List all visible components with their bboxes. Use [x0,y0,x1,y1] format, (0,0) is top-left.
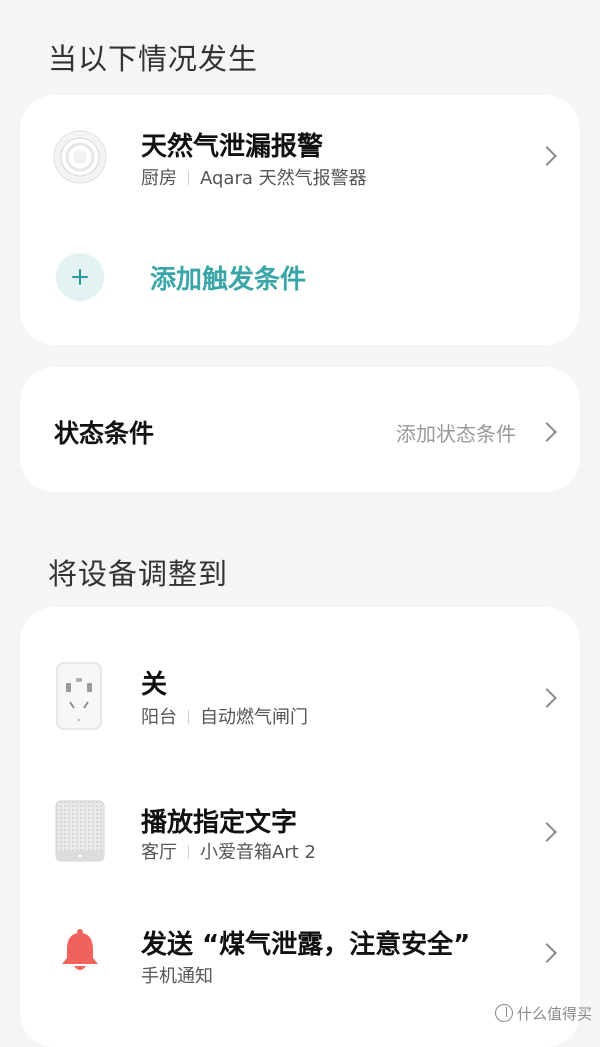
trigger-subtitle: 厨房 Aqara 天然气报警器 [141,164,367,190]
action-title: 发送 “煤气泄露，注意安全” [141,930,471,960]
trigger-row[interactable]: 天然气泄漏报警 厨房 Aqara 天然气报警器 [20,123,580,219]
trigger-section-title: 当以下情况发生 [48,42,259,76]
watermark: 什么值得买 [494,1003,592,1024]
separator [188,171,189,185]
chevron-right-icon [537,422,557,442]
trigger-room: 厨房 [141,168,177,189]
action-device: 自动燃气闸门 [200,707,308,728]
status-condition-label: 状态条件 [54,419,155,448]
add-trigger-label: 添加触发条件 [150,265,307,295]
trigger-device: Aqara 天然气报警器 [200,168,367,189]
chevron-right-icon [537,822,557,842]
action-room: 客厅 [141,842,177,863]
action-device: 小爱音箱Art 2 [200,842,316,863]
action-section-title: 将设备调整到 [48,557,229,591]
action-title: 播放指定文字 [141,808,298,838]
trigger-card: 天然气泄漏报警 厨房 Aqara 天然气报警器 添加触发条件 [20,95,580,345]
action-card: 关 阳台 自动燃气闸门 播放指定文字 客厅 小爱音箱Art 2 发送 “煤气泄露… [20,607,580,1047]
watermark-logo-icon [494,1004,513,1022]
add-status-condition-link[interactable]: 添加状态条件 [396,418,516,447]
gas-detector-icon [53,130,107,188]
separator [188,845,189,859]
plus-icon [56,253,104,301]
bell-icon [59,928,101,978]
action-title: 关 [141,670,168,700]
separator [188,710,189,724]
chevron-right-icon [537,688,557,708]
action-subtitle: 手机通知 [141,966,213,987]
chevron-right-icon [537,146,557,166]
chevron-right-icon [537,943,557,963]
status-condition-card[interactable]: 状态条件 添加状态条件 [20,367,580,492]
trigger-title: 天然气泄漏报警 [141,132,324,162]
speaker-icon [55,800,105,866]
smart-plug-icon [56,662,102,734]
action-row[interactable]: 关 阳台 自动燃气闸门 [20,662,580,732]
action-subtitle: 客厅 小爱音箱Art 2 [141,838,316,864]
action-row[interactable]: 发送 “煤气泄露，注意安全” 手机通知 [20,924,580,994]
watermark-text: 什么值得买 [516,1005,592,1023]
add-trigger-row[interactable]: 添加触发条件 [20,245,580,311]
action-room: 阳台 [141,707,177,728]
action-row[interactable]: 播放指定文字 客厅 小爱音箱Art 2 [20,800,580,870]
action-subtitle: 阳台 自动燃气闸门 [141,703,308,729]
